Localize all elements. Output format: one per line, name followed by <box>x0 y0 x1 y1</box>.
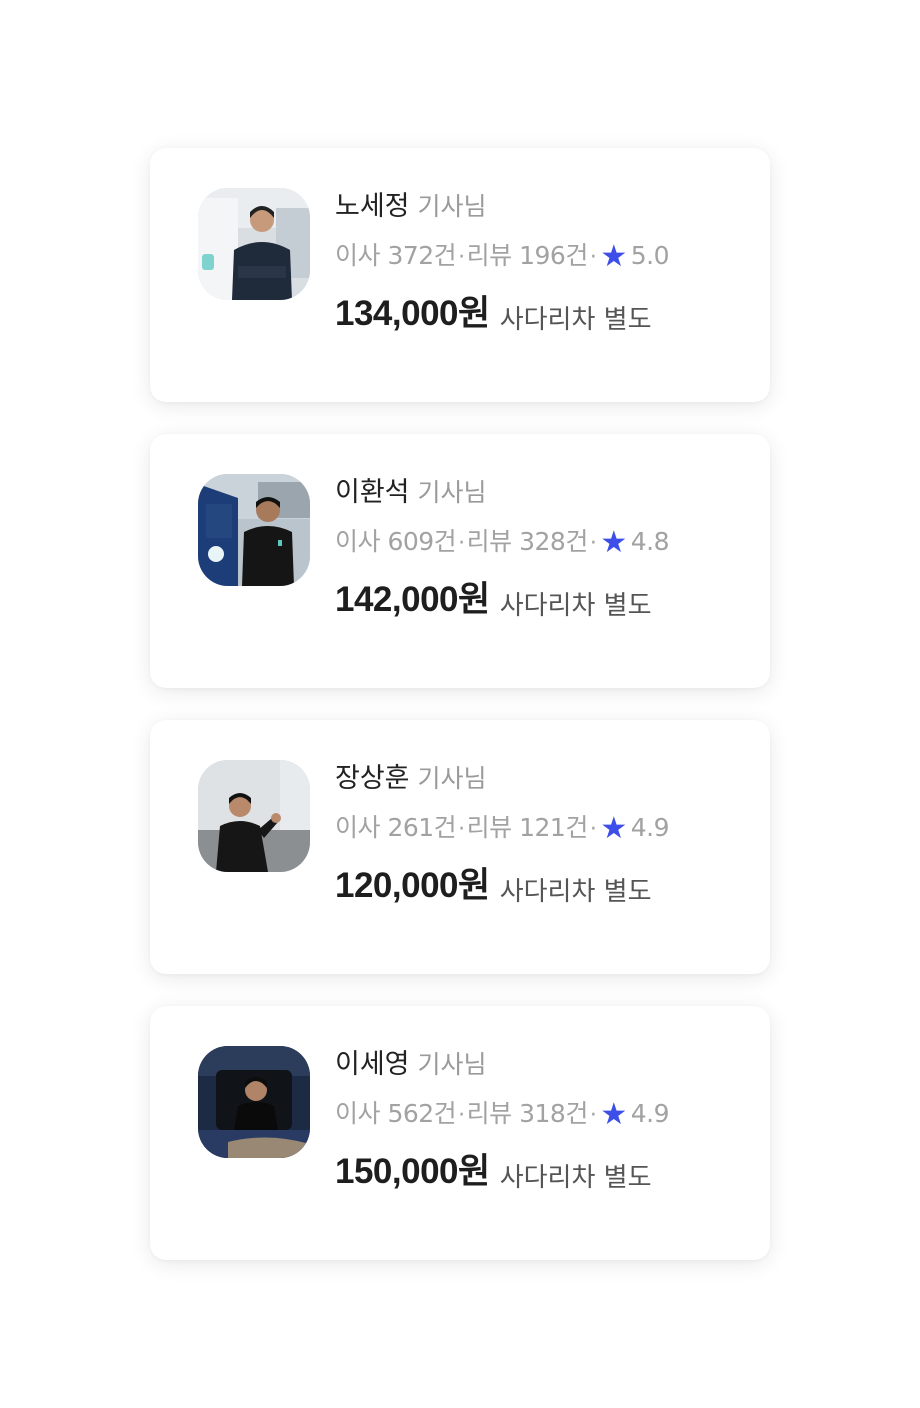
driver-photo-icon <box>198 760 310 872</box>
separator: · <box>589 245 597 270</box>
price-note: 사다리차 별도 <box>499 1163 652 1193</box>
driver-card[interactable]: 이환석 기사님 이사 609건·리뷰 328건· ★ 4.8 142,000원 사다리차… <box>150 434 770 688</box>
price-note: 사다리차 별도 <box>499 591 652 621</box>
driver-photo-icon <box>198 474 310 586</box>
driver-list: 노세정 기사님 이사 372건·리뷰 196건· ★ 5.0 134,000원 사다리차… <box>150 148 770 1292</box>
rating-value: 5.0 <box>630 241 670 270</box>
review-count: 리뷰 121건 <box>466 813 589 842</box>
driver-stats: 이사 372건·리뷰 196건· ★ 5.0 <box>335 238 750 274</box>
separator: · <box>589 531 597 556</box>
price: 150,000원 <box>335 1152 490 1191</box>
driver-stats: 이사 609건·리뷰 328건· ★ 4.8 <box>335 524 750 560</box>
price-note: 사다리차 별도 <box>499 877 652 907</box>
review-count: 리뷰 196건 <box>466 241 589 270</box>
driver-title-suffix: 기사님 <box>417 478 487 507</box>
driver-photo-icon <box>198 1046 310 1158</box>
driver-stats: 이사 261건·리뷰 121건· ★ 4.9 <box>335 810 750 846</box>
driver-name: 장상훈 <box>335 763 410 794</box>
separator: · <box>589 1103 597 1128</box>
driver-photo-icon <box>198 188 310 300</box>
review-count: 리뷰 328건 <box>466 527 589 556</box>
star-icon: ★ <box>600 239 627 274</box>
driver-name: 노세정 <box>335 191 410 222</box>
move-count: 이사 609건 <box>335 527 457 556</box>
driver-avatar <box>198 188 310 300</box>
price: 120,000원 <box>335 866 490 905</box>
driver-title-suffix: 기사님 <box>417 764 487 793</box>
star-icon: ★ <box>600 525 627 560</box>
driver-name: 이환석 <box>335 477 410 508</box>
move-count: 이사 372건 <box>335 241 457 270</box>
rating-value: 4.9 <box>630 1099 670 1128</box>
price-note: 사다리차 별도 <box>499 305 652 335</box>
driver-title-suffix: 기사님 <box>417 192 487 221</box>
driver-avatar <box>198 474 310 586</box>
driver-avatar <box>198 1046 310 1158</box>
move-count: 이사 562건 <box>335 1099 457 1128</box>
driver-card[interactable]: 장상훈 기사님 이사 261건·리뷰 121건· ★ 4.9 120,000원 사다리차… <box>150 720 770 974</box>
separator: · <box>458 1103 465 1128</box>
driver-title-suffix: 기사님 <box>417 1050 487 1079</box>
star-icon: ★ <box>600 1097 627 1132</box>
separator: · <box>458 531 465 556</box>
driver-card[interactable]: 이세영 기사님 이사 562건·리뷰 318건· ★ 4.9 150,000원 사다리차… <box>150 1006 770 1260</box>
driver-card[interactable]: 노세정 기사님 이사 372건·리뷰 196건· ★ 5.0 134,000원 사다리차… <box>150 148 770 402</box>
separator: · <box>458 245 465 270</box>
move-count: 이사 261건 <box>335 813 457 842</box>
price: 134,000원 <box>335 294 490 333</box>
driver-name: 이세영 <box>335 1049 410 1080</box>
separator: · <box>589 817 597 842</box>
price: 142,000원 <box>335 580 490 619</box>
driver-stats: 이사 562건·리뷰 318건· ★ 4.9 <box>335 1096 750 1132</box>
rating-value: 4.9 <box>630 813 670 842</box>
separator: · <box>458 817 465 842</box>
review-count: 리뷰 318건 <box>466 1099 589 1128</box>
star-icon: ★ <box>600 811 627 846</box>
rating-value: 4.8 <box>630 527 670 556</box>
driver-avatar <box>198 760 310 872</box>
